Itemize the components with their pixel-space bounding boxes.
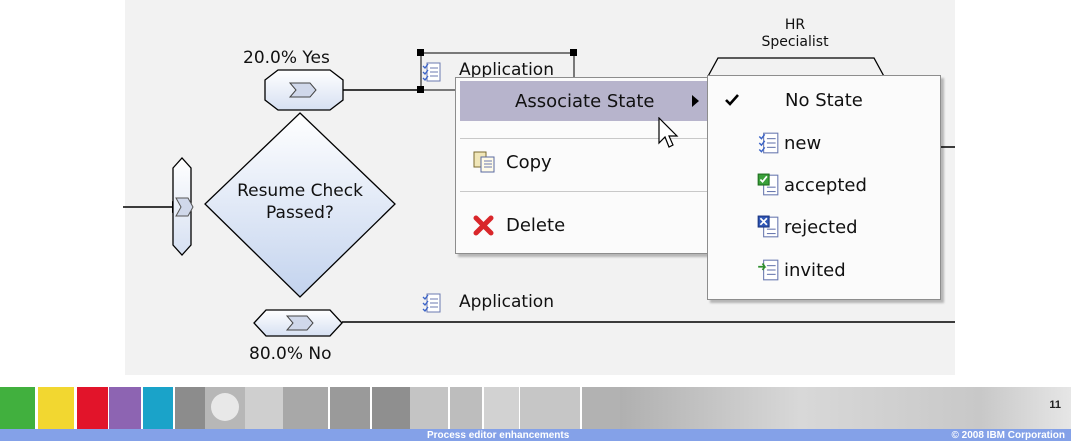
page-number: 11 xyxy=(1049,399,1061,411)
submenu-arrow-icon xyxy=(692,95,699,107)
menu-item-label: Delete xyxy=(506,214,566,236)
copy-icon xyxy=(473,151,495,173)
artifact-document-icon xyxy=(422,62,441,82)
submenu-item-invited[interactable]: invited xyxy=(708,250,940,290)
selection-handle-top-right[interactable] xyxy=(570,49,577,56)
decision-label-line1: Resume Check xyxy=(237,181,363,201)
footer-photo-tile xyxy=(205,387,245,429)
footer-photo-tile xyxy=(245,387,283,429)
mouse-cursor-icon xyxy=(658,117,679,148)
footer-color-tile xyxy=(77,387,108,429)
lower-artifact-label[interactable]: Application xyxy=(459,292,554,312)
menu-item-label: Associate State xyxy=(515,90,655,112)
no-branch-label: 80.0% No xyxy=(249,344,332,364)
menu-item-delete[interactable]: Delete xyxy=(460,205,707,245)
associate-state-submenu: No State new accepted rejected invited xyxy=(707,75,941,300)
context-menu: Associate State Copy Delete xyxy=(455,77,712,254)
submenu-item-no-state[interactable]: No State xyxy=(708,80,940,120)
selection-handle-bottom-left[interactable] xyxy=(417,86,424,93)
swimlane-label: HR Specialist xyxy=(745,17,845,51)
artifact-document-icon xyxy=(422,293,441,313)
footer-circle-icon xyxy=(211,393,239,421)
footer-photo-tile xyxy=(372,387,410,429)
footer-gray-tile xyxy=(520,387,580,429)
delete-icon xyxy=(473,215,494,236)
submenu-item-accepted[interactable]: accepted xyxy=(708,165,940,205)
state-new-icon xyxy=(758,132,779,154)
menu-item-associate-state[interactable]: Associate State xyxy=(460,81,707,121)
submenu-item-label: invited xyxy=(784,259,846,281)
yes-branch-label: 20.0% Yes xyxy=(243,48,330,68)
footer-photo-tile xyxy=(410,387,448,429)
state-rejected-icon xyxy=(757,215,779,238)
slide-footer: 11 Process editor enhancements © 2008 IB… xyxy=(0,387,1071,441)
footer-color-tile xyxy=(109,387,141,429)
footer-gray-tile xyxy=(484,387,519,429)
state-accepted-icon xyxy=(757,173,779,196)
submenu-item-label: No State xyxy=(785,89,863,111)
check-icon xyxy=(725,94,739,106)
menu-item-label: Copy xyxy=(506,151,552,173)
footer-copyright: © 2008 IBM Corporation xyxy=(951,430,1066,441)
submenu-item-new[interactable]: new xyxy=(708,123,940,163)
footer-title: Process editor enhancements xyxy=(427,430,570,441)
swimlane-label-line2: Specialist xyxy=(761,34,829,50)
decision-label-line2: Passed? xyxy=(266,203,334,223)
submenu-item-label: new xyxy=(784,132,822,154)
submenu-item-label: accepted xyxy=(784,174,867,196)
footer-color-tile xyxy=(143,387,173,429)
footer-color-tile xyxy=(0,387,35,429)
swimlane-label-line1: HR xyxy=(784,17,806,33)
footer-photo-tile xyxy=(283,387,328,429)
submenu-item-rejected[interactable]: rejected xyxy=(708,207,940,247)
footer-gray-tile xyxy=(450,387,482,429)
footer-gray-tile xyxy=(582,387,620,429)
footer-color-tile xyxy=(38,387,74,429)
footer-gray-tile xyxy=(620,387,1071,429)
selection-handle-top-left[interactable] xyxy=(417,49,424,56)
footer-photo-tile xyxy=(330,387,370,429)
decision-label: Resume Check Passed? xyxy=(215,180,385,224)
menu-separator xyxy=(460,191,707,192)
state-invited-icon xyxy=(758,259,779,281)
submenu-item-label: rejected xyxy=(784,216,858,238)
footer-photo-tile xyxy=(175,387,205,429)
